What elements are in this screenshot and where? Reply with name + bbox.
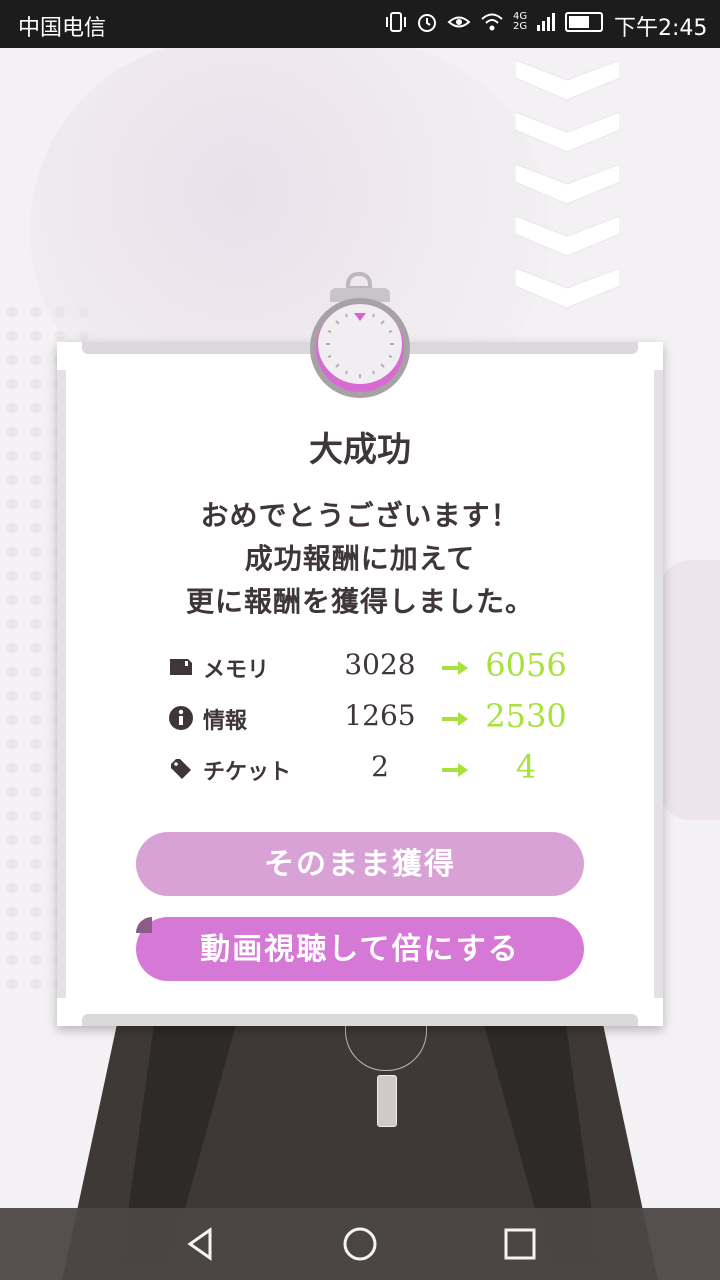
- reward-row-memory: メモリ 3028 6056: [0, 646, 720, 688]
- dialog-message-line-3: 更に報酬を獲得しました。: [185, 585, 534, 618]
- reward-after-value: 4: [515, 748, 537, 786]
- reward-before-value: 2: [371, 750, 389, 783]
- eye-icon: [447, 16, 471, 28]
- memory-card-icon: [170, 659, 192, 675]
- reward-row-info: 情報 1265 2530: [0, 697, 720, 739]
- reward-name: チケット: [203, 760, 292, 785]
- back-icon[interactable]: [182, 1226, 218, 1262]
- info-icon: [169, 706, 193, 730]
- reward-name: 情報: [203, 709, 248, 734]
- reward-row-ticket: チケット 2 4: [0, 748, 720, 790]
- necklace-pendant: [377, 1075, 397, 1127]
- battery-icon: [565, 12, 604, 32]
- ticket-icon: [171, 759, 191, 779]
- claim-as-is-button[interactable]: そのまま獲得: [136, 832, 584, 896]
- vibrate-icon: [386, 12, 406, 32]
- dialog-message-line-1: おめでとうございます！: [200, 499, 520, 532]
- arrow-right-icon: [442, 661, 468, 675]
- home-icon[interactable]: [342, 1226, 378, 1262]
- network-type: 4G 2G: [513, 11, 528, 32]
- status-clock: 下午2:45: [614, 16, 708, 41]
- navigation-bar: [0, 1208, 720, 1280]
- reward-before-value: 3028: [344, 648, 416, 681]
- stopwatch-icon: [308, 272, 412, 398]
- alarm-icon: [418, 14, 436, 32]
- recents-icon[interactable]: [502, 1226, 538, 1262]
- watch-video-double-button[interactable]: 動画視聴して倍にする: [136, 917, 584, 981]
- chevron-pattern: [515, 60, 620, 309]
- dialog-title: 大成功: [309, 430, 411, 470]
- wifi-icon: [481, 13, 503, 31]
- reward-after-value: 2530: [485, 697, 567, 735]
- signal-icon: [537, 13, 556, 31]
- reward-after-value: 6056: [485, 646, 567, 684]
- reward-name: メモリ: [203, 658, 270, 683]
- reward-before-value: 1265: [344, 699, 416, 732]
- carrier-name: 中国电信: [18, 16, 107, 41]
- status-bar: 中国电信 4G 2G 下午2:45: [0, 0, 720, 48]
- status-icons: 4G 2G: [385, 11, 604, 33]
- arrow-right-icon: [442, 763, 468, 777]
- arrow-right-icon: [442, 712, 468, 726]
- dialog-bottom-bar: [82, 1014, 638, 1026]
- dialog-message-line-2: 成功報酬に加えて: [244, 542, 476, 575]
